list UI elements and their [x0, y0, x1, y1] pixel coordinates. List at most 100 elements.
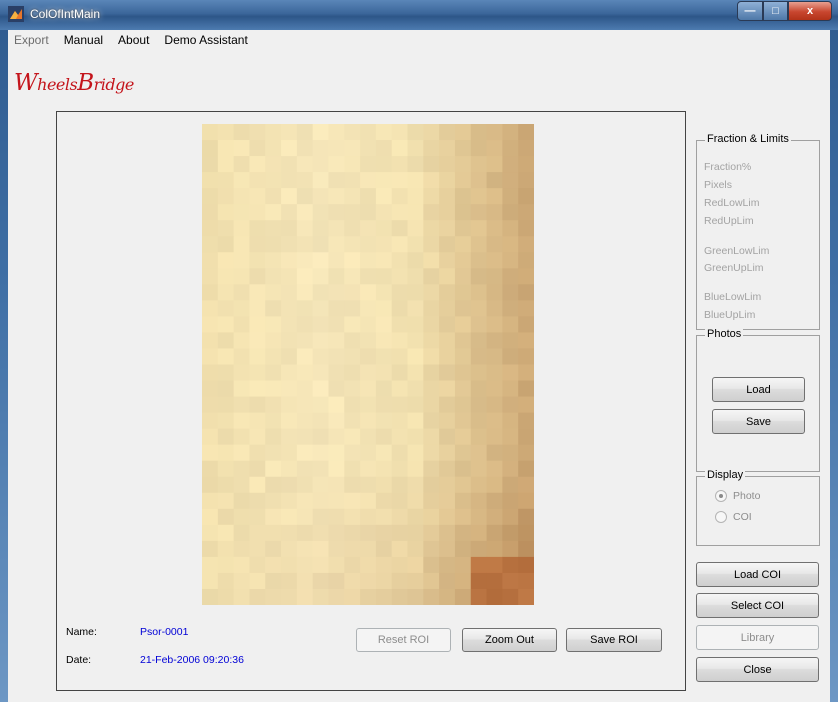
image-pixel [407, 396, 424, 414]
menu-export[interactable]: Export [14, 33, 49, 47]
image-pixel [217, 204, 235, 221]
close-icon: x [806, 5, 814, 17]
blue-low-lim-label: BlueLowLim [704, 291, 762, 303]
image-pixel [423, 588, 440, 605]
save-roi-button[interactable]: Save ROI [566, 628, 662, 652]
image-pixel [328, 140, 345, 157]
image-pixel [281, 476, 298, 494]
minimize-button[interactable]: — [737, 1, 763, 21]
title-bar[interactable]: ColOfIntMain — □ x [0, 0, 838, 30]
image-pixel [202, 284, 219, 301]
image-pixel [296, 188, 314, 205]
zoom-out-button[interactable]: Zoom Out [462, 628, 557, 652]
image-pixel [217, 348, 235, 366]
menu-manual[interactable]: Manual [64, 33, 103, 47]
image-pixel [470, 588, 488, 605]
image-pixel [233, 476, 251, 494]
image-pixel [470, 508, 488, 526]
load-photo-button[interactable]: Load [712, 377, 805, 402]
image-pixel [233, 316, 251, 334]
image-pixel [328, 220, 345, 237]
display-coi-radio[interactable]: COI [715, 511, 752, 523]
image-pixel [407, 252, 424, 269]
image-pixel [360, 268, 377, 285]
image-pixel [265, 124, 282, 141]
image-pixel [265, 252, 282, 269]
image-pixel [518, 572, 534, 590]
image-pixel [375, 364, 393, 382]
select-coi-button[interactable]: Select COI [696, 593, 819, 618]
patient-photo[interactable] [202, 124, 534, 605]
image-pixel [344, 268, 361, 285]
image-pixel [296, 220, 314, 237]
image-pixel [249, 396, 266, 414]
maximize-button[interactable]: □ [763, 1, 788, 21]
image-pixel [439, 540, 456, 558]
green-up-lim-label: GreenUpLim [704, 262, 764, 274]
image-pixel [296, 540, 314, 558]
image-pixel [281, 508, 298, 526]
close-window-button[interactable]: x [788, 1, 832, 21]
image-pixel [265, 540, 282, 558]
image-pixel [217, 444, 235, 462]
image-pixel [296, 444, 314, 462]
image-pixel [296, 588, 314, 605]
image-pixel [217, 172, 235, 189]
image-pixel [344, 284, 361, 301]
image-pixel [423, 428, 440, 446]
image-pixel [360, 252, 377, 269]
image-pixel [407, 444, 424, 462]
image-pixel [439, 508, 456, 526]
menu-about[interactable]: About [118, 33, 149, 47]
image-pixel [312, 588, 330, 605]
image-pixel [391, 316, 409, 334]
image-pixel [454, 492, 472, 510]
image-pixel [407, 508, 424, 526]
image-pixel [439, 316, 456, 334]
image-pixel [439, 188, 456, 205]
image-pixel [312, 492, 330, 510]
image-pixel [233, 348, 251, 366]
image-pixel [202, 492, 219, 510]
image-pixel [265, 300, 282, 317]
image-pixel [470, 556, 488, 574]
image-pixel [328, 172, 345, 189]
image-pixel [423, 540, 440, 558]
fraction-limits-title: Fraction & Limits [705, 133, 791, 145]
reset-roi-button[interactable]: Reset ROI [356, 628, 451, 652]
image-pixel [518, 252, 534, 269]
image-pixel [296, 508, 314, 526]
image-pixel [265, 572, 282, 590]
image-pixel [344, 156, 361, 173]
load-coi-button[interactable]: Load COI [696, 562, 819, 587]
image-pixel [486, 396, 503, 414]
image-pixel [265, 412, 282, 430]
image-pixel [486, 172, 503, 189]
image-pixel [265, 364, 282, 382]
menu-demo-assistant[interactable]: Demo Assistant [164, 33, 247, 47]
image-pixel [281, 204, 298, 221]
image-pixel [249, 412, 266, 430]
image-pixel [454, 348, 472, 366]
save-photo-button[interactable]: Save [712, 409, 805, 434]
image-pixel [502, 236, 519, 253]
image-pixel [518, 476, 534, 494]
image-pixel [391, 348, 409, 366]
image-pixel [423, 476, 440, 494]
image-pixel [296, 204, 314, 221]
image-pixel [486, 284, 503, 301]
image-pixel [391, 460, 409, 478]
image-pixel [281, 316, 298, 334]
display-photo-radio[interactable]: Photo [715, 490, 760, 502]
image-pixel [281, 156, 298, 173]
image-pixel [217, 284, 235, 301]
image-pixel [249, 524, 266, 542]
close-button[interactable]: Close [696, 657, 819, 682]
image-pixel [233, 556, 251, 574]
image-pixel [470, 444, 488, 462]
library-button[interactable]: Library [696, 625, 819, 650]
image-pixel [502, 300, 519, 317]
image-pixel [518, 524, 534, 542]
image-pixel [486, 220, 503, 237]
image-pixel [391, 124, 409, 141]
